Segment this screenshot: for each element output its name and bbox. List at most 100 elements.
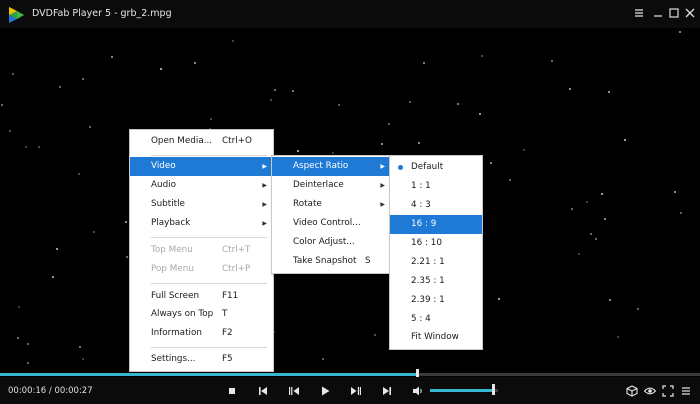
- menu-item-take-snapshot[interactable]: Take Snapshot S: [272, 252, 391, 271]
- star-particle: [490, 162, 492, 164]
- star-particle: [498, 298, 500, 300]
- aspect-option-fit-window[interactable]: Fit Window: [390, 328, 482, 347]
- star-particle: [111, 56, 113, 58]
- menu-separator: [151, 155, 267, 156]
- star-particle: [56, 248, 58, 250]
- star-particle: [82, 358, 84, 360]
- star-particle: [409, 101, 411, 103]
- menu-item-open-media[interactable]: Open Media... Ctrl+O: [130, 132, 273, 151]
- menu-item-video-control[interactable]: Video Control...: [272, 214, 391, 233]
- volume-icon[interactable]: [411, 384, 425, 398]
- star-particle: [25, 146, 27, 148]
- play-icon[interactable]: [318, 384, 332, 398]
- previous-icon[interactable]: [256, 384, 270, 398]
- star-particle: [423, 62, 425, 64]
- star-particle: [17, 337, 19, 339]
- close-icon[interactable]: [683, 6, 697, 20]
- menu-item-rotate[interactable]: Rotate ▶: [272, 195, 391, 214]
- fullscreen-icon[interactable]: [661, 384, 675, 398]
- submenu-arrow-icon: ▶: [262, 182, 267, 189]
- aspect-option-2-21-1[interactable]: 2.21 : 1: [390, 253, 482, 272]
- stop-icon[interactable]: [225, 384, 239, 398]
- selected-dot-icon: [398, 165, 403, 170]
- volume-slider[interactable]: [430, 389, 498, 392]
- aspect-option-2-39-1[interactable]: 2.39 : 1: [390, 291, 482, 310]
- menu-separator: [151, 237, 267, 238]
- aspect-option-default[interactable]: Default: [390, 158, 482, 177]
- menu-item-playback[interactable]: Playback ▶: [130, 214, 273, 233]
- star-particle: [479, 113, 481, 115]
- star-particle: [210, 118, 212, 120]
- step-back-icon[interactable]: [287, 384, 301, 398]
- star-particle: [418, 142, 420, 144]
- star-particle: [609, 299, 611, 301]
- star-particle: [79, 346, 81, 348]
- next-icon[interactable]: [380, 384, 394, 398]
- star-particle: [617, 336, 619, 338]
- star-particle: [680, 212, 682, 214]
- star-particle: [12, 73, 14, 75]
- menu-item-video[interactable]: Video ▶: [130, 157, 273, 176]
- window-title: DVDFab Player 5 - grb_2.mpg: [32, 8, 172, 19]
- star-particle: [637, 308, 639, 310]
- star-particle: [297, 150, 299, 152]
- submenu-arrow-icon: ▶: [262, 201, 267, 208]
- star-particle: [551, 60, 553, 62]
- control-bar: 00:00:16 / 00:00:27: [0, 377, 700, 404]
- seek-bar[interactable]: [0, 373, 700, 376]
- star-particle: [595, 238, 597, 240]
- star-particle: [125, 221, 127, 223]
- aspect-option-5-4[interactable]: 5 : 4: [390, 310, 482, 329]
- star-particle: [608, 91, 610, 93]
- star-particle: [18, 306, 20, 308]
- context-menu: Open Media... Ctrl+O Video ▶ Audio ▶ Sub…: [129, 129, 274, 372]
- aspect-ratio-submenu: Default 1 : 1 4 : 3 16 : 9 16 : 10 2.21 …: [389, 155, 483, 350]
- star-particle: [270, 99, 272, 101]
- star-particle: [332, 152, 334, 154]
- 3d-icon[interactable]: [625, 384, 639, 398]
- submenu-arrow-icon: ▶: [380, 201, 385, 208]
- aspect-option-1-1[interactable]: 1 : 1: [390, 177, 482, 196]
- volume-slider-fill: [430, 389, 493, 392]
- aspect-option-2-35-1[interactable]: 2.35 : 1: [390, 272, 482, 291]
- star-particle: [590, 233, 592, 235]
- star-particle: [38, 146, 40, 148]
- settings-icon[interactable]: [632, 6, 646, 20]
- seek-bar-fill: [0, 373, 417, 376]
- star-particle: [586, 201, 588, 203]
- time-display: 00:00:16 / 00:00:27: [8, 386, 93, 396]
- star-particle: [569, 88, 571, 90]
- restore-icon[interactable]: [667, 6, 681, 20]
- star-particle: [388, 123, 390, 125]
- menu-item-settings[interactable]: Settings... F5: [130, 350, 273, 369]
- star-particle: [292, 90, 294, 92]
- star-particle: [52, 276, 54, 278]
- star-particle: [232, 40, 234, 42]
- menu-item-audio[interactable]: Audio ▶: [130, 176, 273, 195]
- minimize-icon[interactable]: [651, 6, 665, 20]
- menu-item-information[interactable]: Information F2: [130, 324, 273, 343]
- submenu-arrow-icon: ▶: [262, 163, 267, 170]
- star-particle: [523, 149, 525, 151]
- menu-item-always-on-top[interactable]: Always on Top T: [130, 305, 273, 324]
- star-particle: [481, 55, 483, 57]
- aspect-option-16-9[interactable]: 16 : 9: [390, 215, 482, 234]
- star-particle: [27, 362, 29, 364]
- star-particle: [322, 358, 324, 360]
- aspect-option-4-3[interactable]: 4 : 3: [390, 196, 482, 215]
- eye-icon[interactable]: [643, 384, 657, 398]
- menu-item-full-screen[interactable]: Full Screen F11: [130, 287, 273, 306]
- menu-icon[interactable]: [679, 384, 693, 398]
- submenu-arrow-icon: ▶: [262, 220, 267, 227]
- menu-item-aspect-ratio[interactable]: Aspect Ratio ▶: [272, 157, 391, 176]
- star-particle: [509, 179, 511, 181]
- step-forward-icon[interactable]: [349, 384, 363, 398]
- star-particle: [126, 256, 128, 258]
- menu-item-color-adjust[interactable]: Color Adjust...: [272, 233, 391, 252]
- menu-item-subtitle[interactable]: Subtitle ▶: [130, 195, 273, 214]
- aspect-option-16-10[interactable]: 16 : 10: [390, 234, 482, 253]
- menu-item-pop-menu: Pop Menu Ctrl+P: [151, 264, 251, 274]
- volume-handle[interactable]: [491, 384, 495, 395]
- menu-item-deinterlace[interactable]: Deinterlace ▶: [272, 176, 391, 195]
- star-particle: [27, 343, 29, 345]
